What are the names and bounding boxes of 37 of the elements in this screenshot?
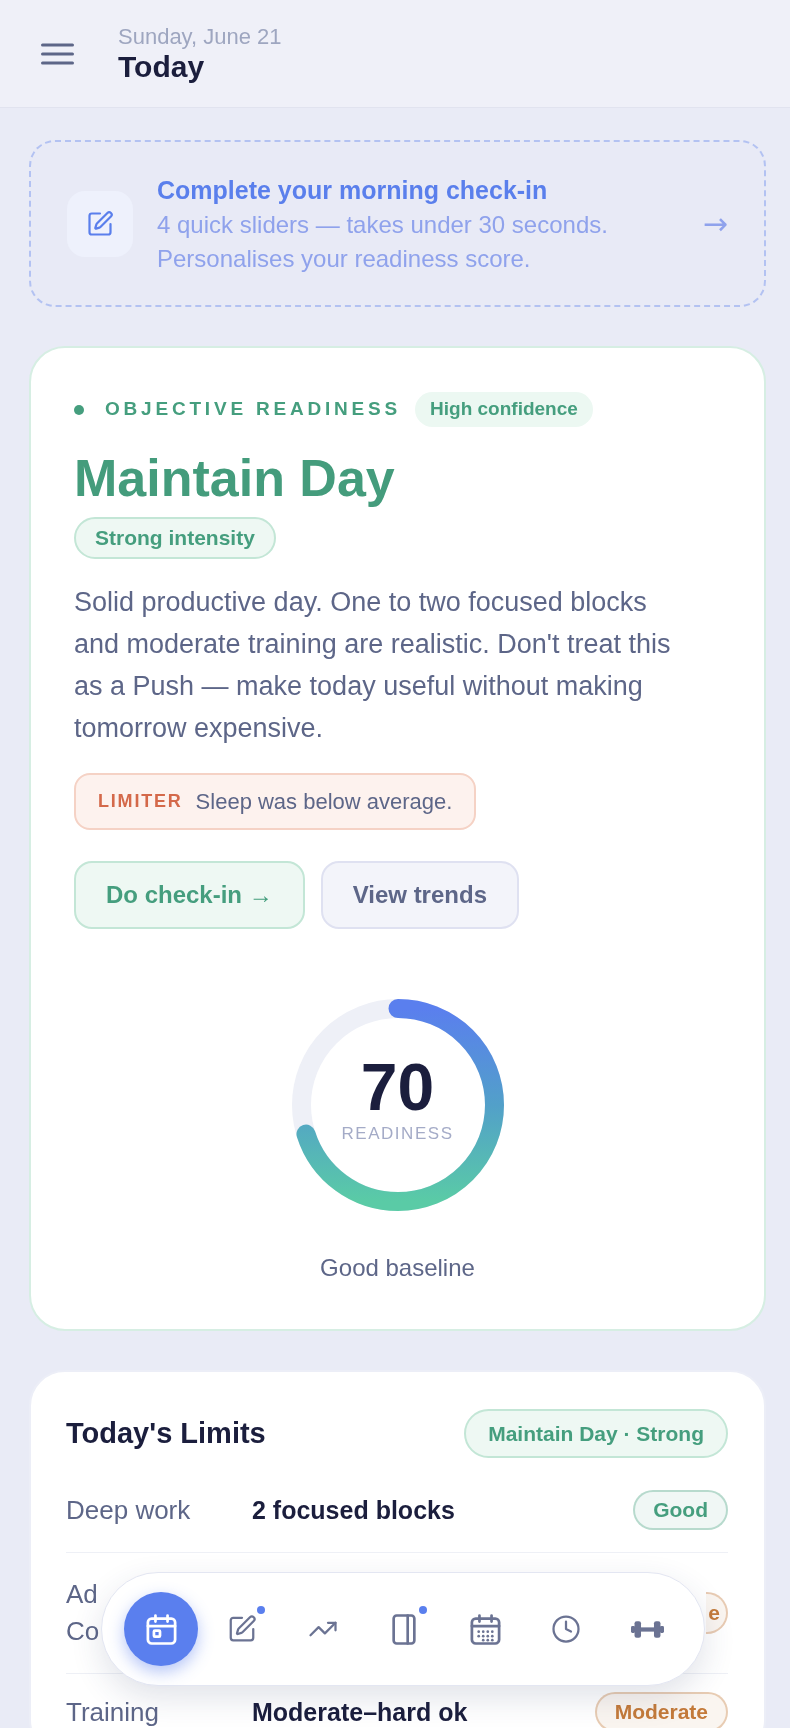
- intensity-badge: Strong intensity: [74, 517, 276, 559]
- dumbbell-icon: [630, 1619, 664, 1639]
- day-description: Solid productive day. One to two focused blocks and moderate training are realistic. Don't treat this as a Push — make today useful without making tomorrow expensive.: [74, 586, 672, 745]
- banner-title: Complete your morning check-in: [157, 174, 549, 206]
- status-badge: Moderate: [594, 1692, 728, 1728]
- menu-icon: [41, 42, 74, 65]
- row-label: Training: [66, 1697, 160, 1727]
- panel-icon: [392, 1613, 416, 1645]
- menu-button[interactable]: [41, 42, 74, 65]
- arrow-glyph: →: [702, 206, 728, 241]
- score-label: READINESS: [341, 1124, 454, 1144]
- card-title: Today's Limits: [66, 1415, 266, 1451]
- limiter-label: LIMITER: [98, 790, 183, 813]
- row-label: Deep work: [66, 1495, 192, 1525]
- day-type-headline: Maintain Day: [74, 448, 396, 508]
- row-value: 2 focused blocks: [252, 1495, 456, 1525]
- calendar-grid-icon: [469, 1613, 501, 1645]
- row-value: Moderate–hard ok: [252, 1697, 469, 1727]
- status-badge: e: [706, 1592, 728, 1634]
- banner-subtitle: 4 quick sliders — takes under 30 seconds. Personalises your readiness score.: [157, 209, 609, 274]
- page-title: Today: [118, 49, 206, 84]
- checkin-button[interactable]: Do check-in →: [74, 861, 305, 929]
- score-value: 70: [360, 1053, 435, 1121]
- trends-button[interactable]: View trends: [320, 861, 519, 929]
- clock-icon: [551, 1614, 581, 1644]
- score-caption: Good baseline: [319, 1253, 476, 1283]
- day-type-badge: Maintain Day · Strong: [464, 1409, 728, 1458]
- row-label: Ad Co: [66, 1578, 100, 1648]
- pencil-square-icon: [227, 1614, 257, 1644]
- checkin-banner[interactable]: Complete your morning check-in 4 quick sliders — takes under 30 seconds. Personalises your readiness score. →: [29, 140, 766, 307]
- limiter-text: Sleep was below average.: [195, 788, 453, 816]
- confidence-badge: High confidence: [415, 392, 593, 427]
- calendar-icon: [145, 1613, 177, 1645]
- nav-button[interactable]: [124, 1592, 198, 1666]
- header-date: Sunday, June 21: [118, 23, 282, 50]
- status-badge: Good: [633, 1490, 728, 1530]
- section-label: OBJECTIVE READINESS: [105, 397, 402, 422]
